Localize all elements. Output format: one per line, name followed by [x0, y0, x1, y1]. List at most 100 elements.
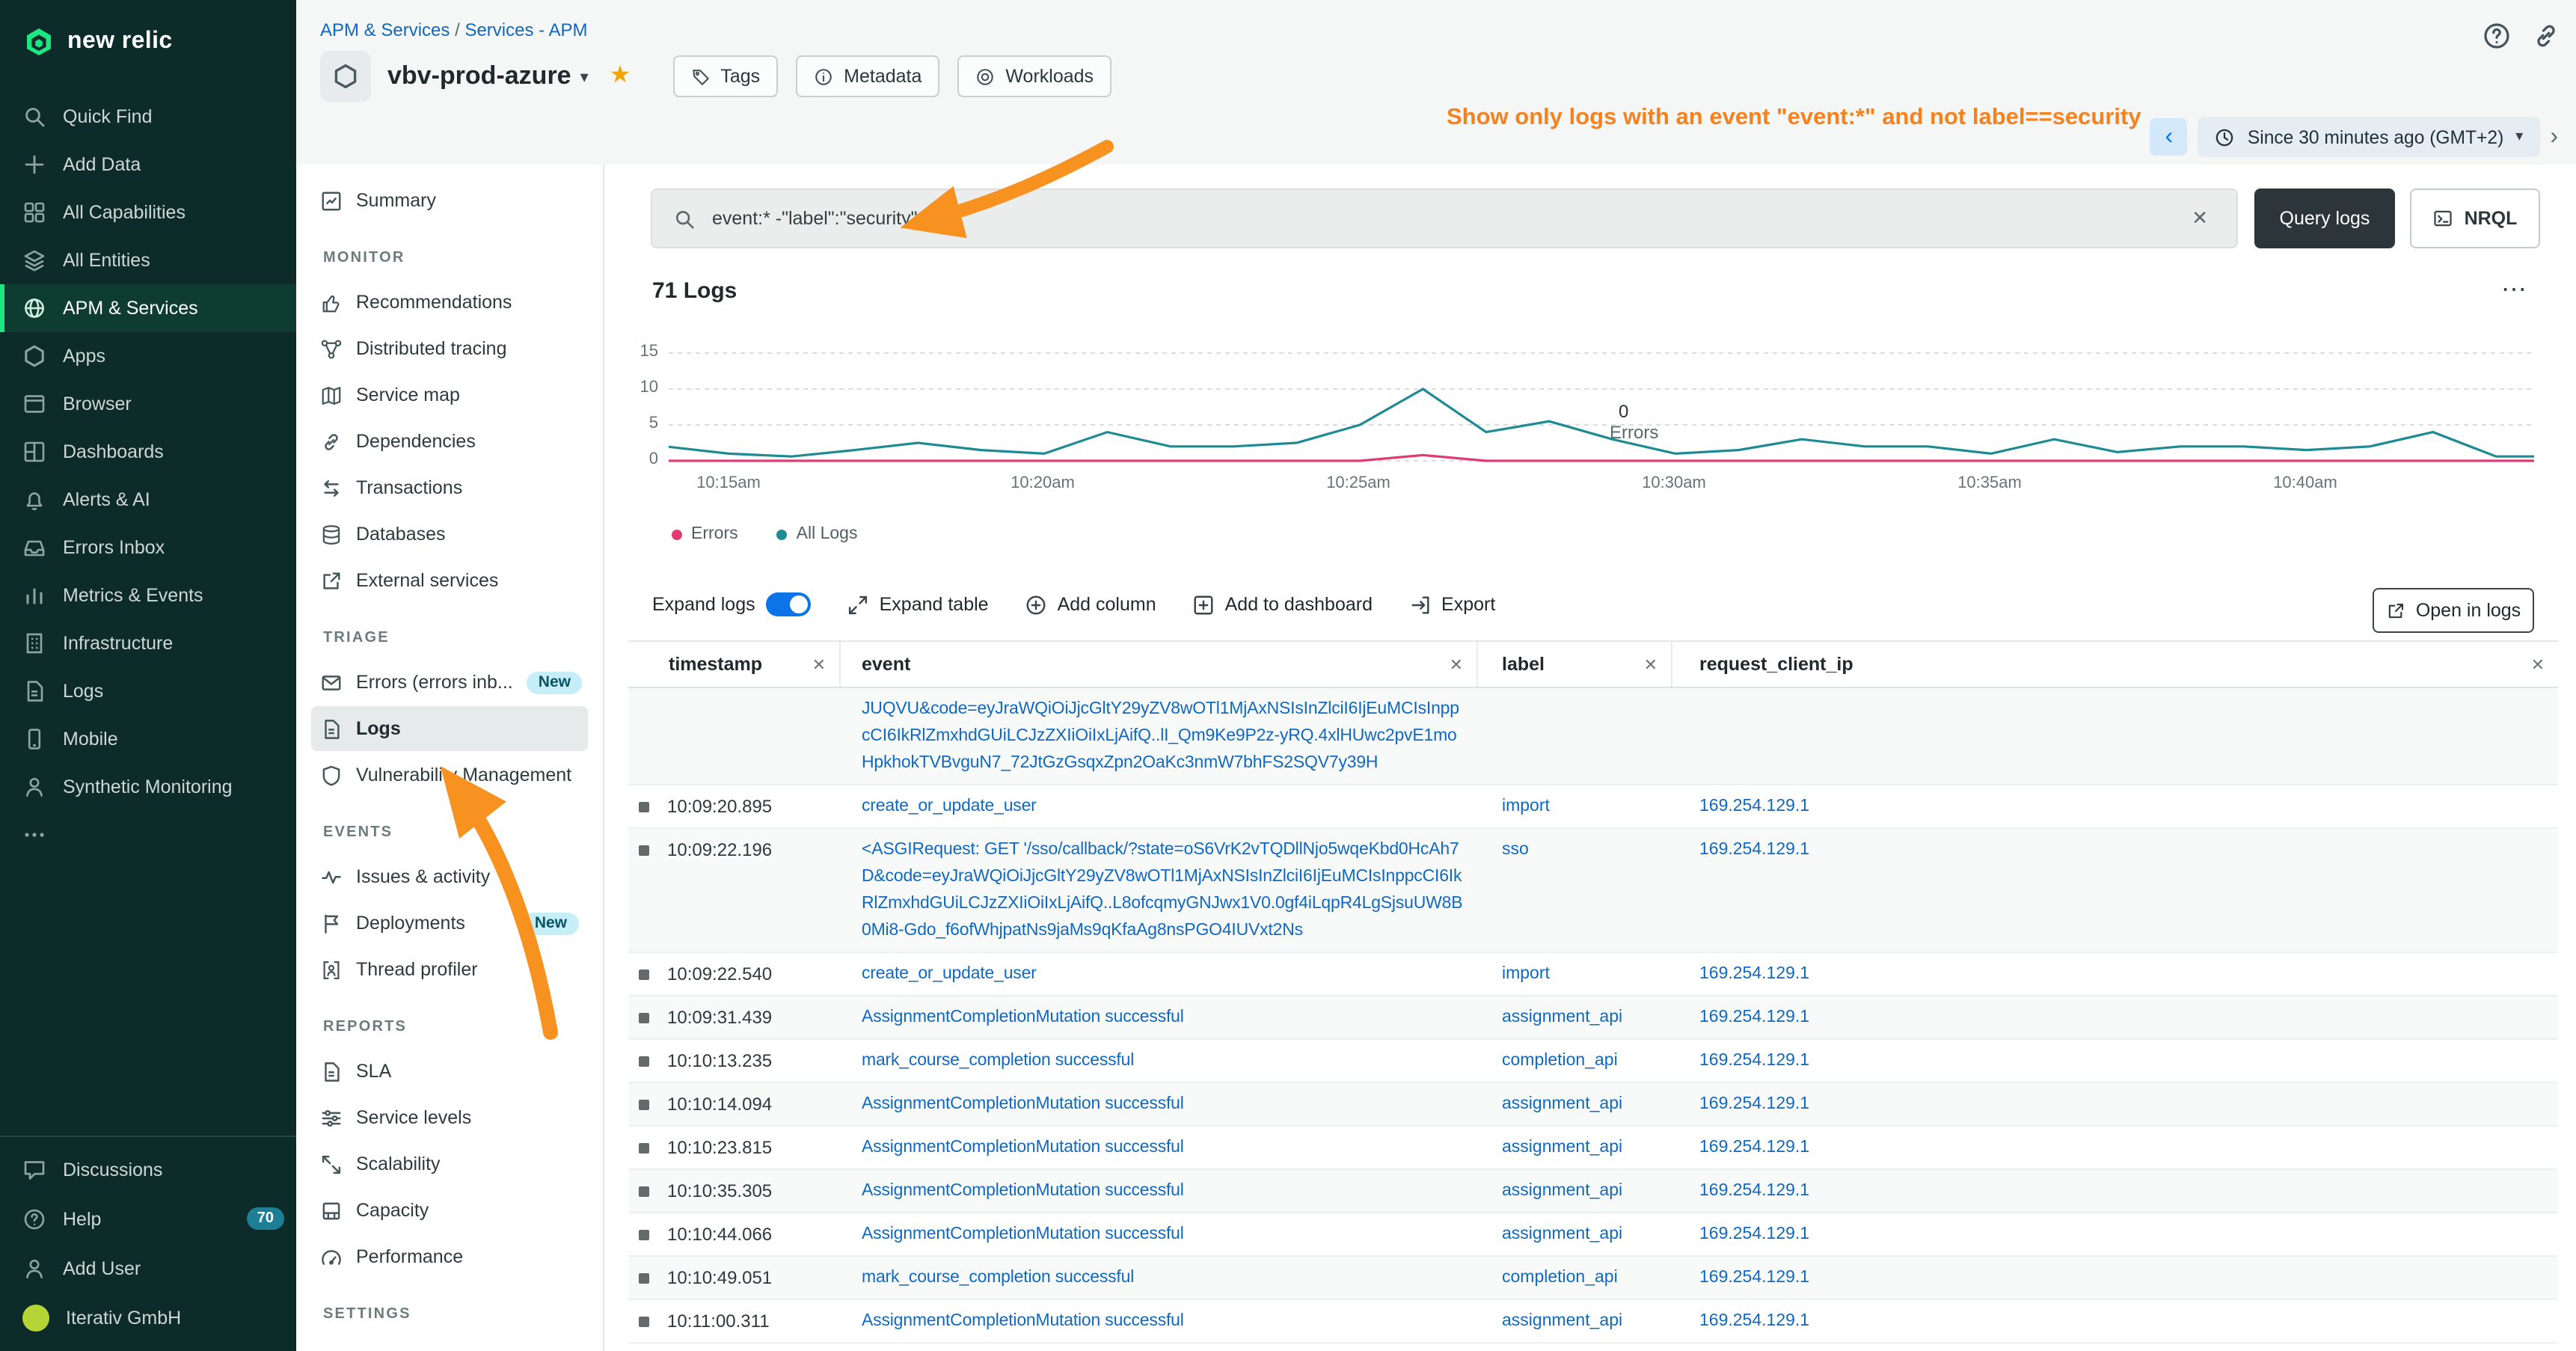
log-label-link[interactable]: import — [1502, 965, 1550, 983]
service-nav-service-levels[interactable]: Service levels — [311, 1095, 588, 1140]
service-nav-scalability[interactable]: Scalability — [311, 1142, 588, 1186]
row-marker[interactable] — [639, 845, 649, 856]
log-event-link[interactable]: AssignmentCompletionMutation successful — [862, 1008, 1184, 1026]
log-event-link[interactable]: JUQVU&code=eyJraWQiOiJjcGltY29yZV8wOTl1M… — [862, 696, 1466, 776]
log-event-link[interactable]: AssignmentCompletionMutation successful — [862, 1139, 1184, 1157]
sidebar-item-logs[interactable]: Logs — [0, 667, 296, 715]
legend-item-all-logs[interactable]: All Logs — [777, 525, 858, 543]
log-label-link[interactable]: assignment_api — [1502, 1139, 1622, 1157]
log-event-link[interactable]: AssignmentCompletionMutation successful — [862, 1312, 1184, 1330]
service-nav-errors-inbox[interactable]: Errors (errors inb...New — [311, 660, 588, 705]
log-label-link[interactable]: assignment_api — [1502, 1182, 1622, 1200]
service-nav-sla[interactable]: SLA — [311, 1049, 588, 1094]
column-header-timestamp[interactable]: timestamp✕ — [628, 642, 841, 687]
log-row[interactable]: 10:10:35.305 AssignmentCompletionMutatio… — [628, 1170, 2558, 1213]
add-column-button[interactable]: Add column — [1025, 593, 1156, 616]
breadcrumb-services-apm[interactable]: Services - APM — [464, 19, 587, 40]
service-nav-distributed-tracing[interactable]: Distributed tracing — [311, 326, 588, 371]
row-marker[interactable] — [639, 1273, 649, 1284]
row-marker[interactable] — [639, 1100, 649, 1110]
log-ip-link[interactable]: 169.254.129.1 — [1699, 1225, 1809, 1243]
sidebar-item-all-capabilities[interactable]: All Capabilities — [0, 189, 296, 236]
log-label-link[interactable]: import — [1502, 797, 1550, 815]
expand-logs-toggle[interactable] — [766, 592, 811, 616]
log-row[interactable]: 10:10:44.066 AssignmentCompletionMutatio… — [628, 1213, 2558, 1257]
log-ip-link[interactable]: 169.254.129.1 — [1699, 1269, 1809, 1287]
favorite-star-icon[interactable]: ★ — [610, 64, 631, 88]
log-label-link[interactable]: assignment_api — [1502, 1008, 1622, 1026]
service-nav-issues-activity[interactable]: Issues & activity — [311, 854, 588, 899]
sidebar-item-more[interactable] — [0, 811, 296, 859]
log-label-link[interactable]: completion_api — [1502, 1269, 1618, 1287]
log-ip-link[interactable]: 169.254.129.1 — [1699, 797, 1809, 815]
log-label-link[interactable]: completion_api — [1502, 1052, 1618, 1070]
row-marker[interactable] — [639, 969, 649, 980]
log-ip-link[interactable]: 169.254.129.1 — [1699, 1182, 1809, 1200]
service-nav-logs[interactable]: Logs — [311, 706, 588, 751]
log-row[interactable]: 10:10:13.235 mark_course_completion succ… — [628, 1040, 2558, 1083]
sidebar-item-discussions[interactable]: Discussions — [0, 1145, 296, 1194]
sidebar-item-mobile[interactable]: Mobile — [0, 715, 296, 763]
row-marker[interactable] — [639, 1186, 649, 1197]
remove-column-icon[interactable]: ✕ — [1644, 655, 1657, 674]
log-event-link[interactable]: mark_course_completion successful — [862, 1269, 1134, 1287]
sidebar-item-infrastructure[interactable]: Infrastructure — [0, 619, 296, 667]
entity-dropdown-caret-icon[interactable]: ▾ — [580, 67, 589, 86]
tags-button[interactable]: Tags — [672, 55, 778, 97]
sidebar-item-account[interactable]: Iterativ GmbH — [0, 1293, 296, 1342]
service-nav-summary[interactable]: Summary — [311, 178, 588, 223]
log-ip-link[interactable]: 169.254.129.1 — [1699, 1312, 1809, 1330]
sidebar-item-alerts-ai[interactable]: Alerts & AI — [0, 476, 296, 524]
query-logs-button[interactable]: Query logs — [2254, 189, 2395, 248]
service-nav-performance[interactable]: Performance — [311, 1234, 588, 1279]
log-ip-link[interactable]: 169.254.129.1 — [1699, 1052, 1809, 1070]
remove-column-icon[interactable]: ✕ — [812, 655, 826, 674]
service-nav-service-map[interactable]: Service map — [311, 373, 588, 417]
row-marker[interactable] — [639, 802, 649, 812]
log-row[interactable]: 10:09:22.196 <ASGIRequest: GET '/sso/cal… — [628, 829, 2558, 953]
service-nav-databases[interactable]: Databases — [311, 512, 588, 557]
sidebar-item-add-user[interactable]: Add User — [0, 1243, 296, 1293]
sidebar-item-browser[interactable]: Browser — [0, 380, 296, 428]
sidebar-item-apps[interactable]: Apps — [0, 332, 296, 380]
add-to-dashboard-button[interactable]: Add to dashboard — [1192, 593, 1373, 616]
sidebar-item-dashboards[interactable]: Dashboards — [0, 428, 296, 476]
service-nav-recommendations[interactable]: Recommendations — [311, 280, 588, 325]
log-event-link[interactable]: AssignmentCompletionMutation successful — [862, 1225, 1184, 1243]
row-marker[interactable] — [639, 1013, 649, 1023]
sidebar-item-help[interactable]: Help70 — [0, 1194, 296, 1243]
log-row[interactable]: 10:11:00.311 AssignmentCompletionMutatio… — [628, 1300, 2558, 1344]
row-marker[interactable] — [639, 1143, 649, 1154]
column-header-label[interactable]: label✕ — [1478, 642, 1672, 687]
remove-column-icon[interactable]: ✕ — [2531, 655, 2545, 674]
service-nav-thread-profiler[interactable]: Thread profiler — [311, 947, 588, 992]
log-ip-link[interactable]: 169.254.129.1 — [1699, 1008, 1809, 1026]
entity-name[interactable]: vbv-prod-azure — [387, 61, 571, 91]
log-event-link[interactable]: create_or_update_user — [862, 965, 1037, 983]
column-header-request-client-ip[interactable]: request_client_ip✕ — [1672, 642, 2558, 687]
column-header-event[interactable]: event✕ — [841, 642, 1478, 687]
nrql-button[interactable]: NRQL — [2410, 189, 2540, 248]
log-event-link[interactable]: create_or_update_user — [862, 797, 1037, 815]
log-ip-link[interactable]: 169.254.129.1 — [1699, 841, 1809, 859]
log-event-link[interactable]: AssignmentCompletionMutation successful — [862, 1182, 1184, 1200]
sidebar-item-quick-find[interactable]: Quick Find — [0, 93, 296, 141]
time-back-button[interactable]: ‹ — [2150, 118, 2188, 156]
legend-item-errors[interactable]: Errors — [672, 525, 738, 543]
sidebar-item-apm-services[interactable]: APM & Services — [0, 284, 296, 332]
log-event-link[interactable]: <ASGIRequest: GET '/sso/callback/?state=… — [862, 841, 1462, 940]
log-label-link[interactable]: assignment_api — [1502, 1225, 1622, 1243]
log-ip-link[interactable]: 169.254.129.1 — [1699, 965, 1809, 983]
new-relic-logo[interactable]: new relic — [0, 0, 296, 75]
row-marker[interactable] — [639, 1230, 649, 1240]
log-label-link[interactable]: sso — [1502, 841, 1529, 859]
expand-table-button[interactable]: Expand table — [847, 593, 989, 616]
service-nav-capacity[interactable]: Capacity — [311, 1188, 588, 1233]
sidebar-item-metrics-events[interactable]: Metrics & Events — [0, 572, 296, 619]
log-event-link[interactable]: AssignmentCompletionMutation successful — [862, 1095, 1184, 1113]
service-nav-dependencies[interactable]: Dependencies — [311, 419, 588, 464]
row-marker[interactable] — [639, 1317, 649, 1327]
service-nav-transactions[interactable]: Transactions — [311, 465, 588, 510]
log-row[interactable]: 10:09:20.895 create_or_update_user impor… — [628, 785, 2558, 829]
sidebar-item-errors-inbox[interactable]: Errors Inbox — [0, 524, 296, 572]
